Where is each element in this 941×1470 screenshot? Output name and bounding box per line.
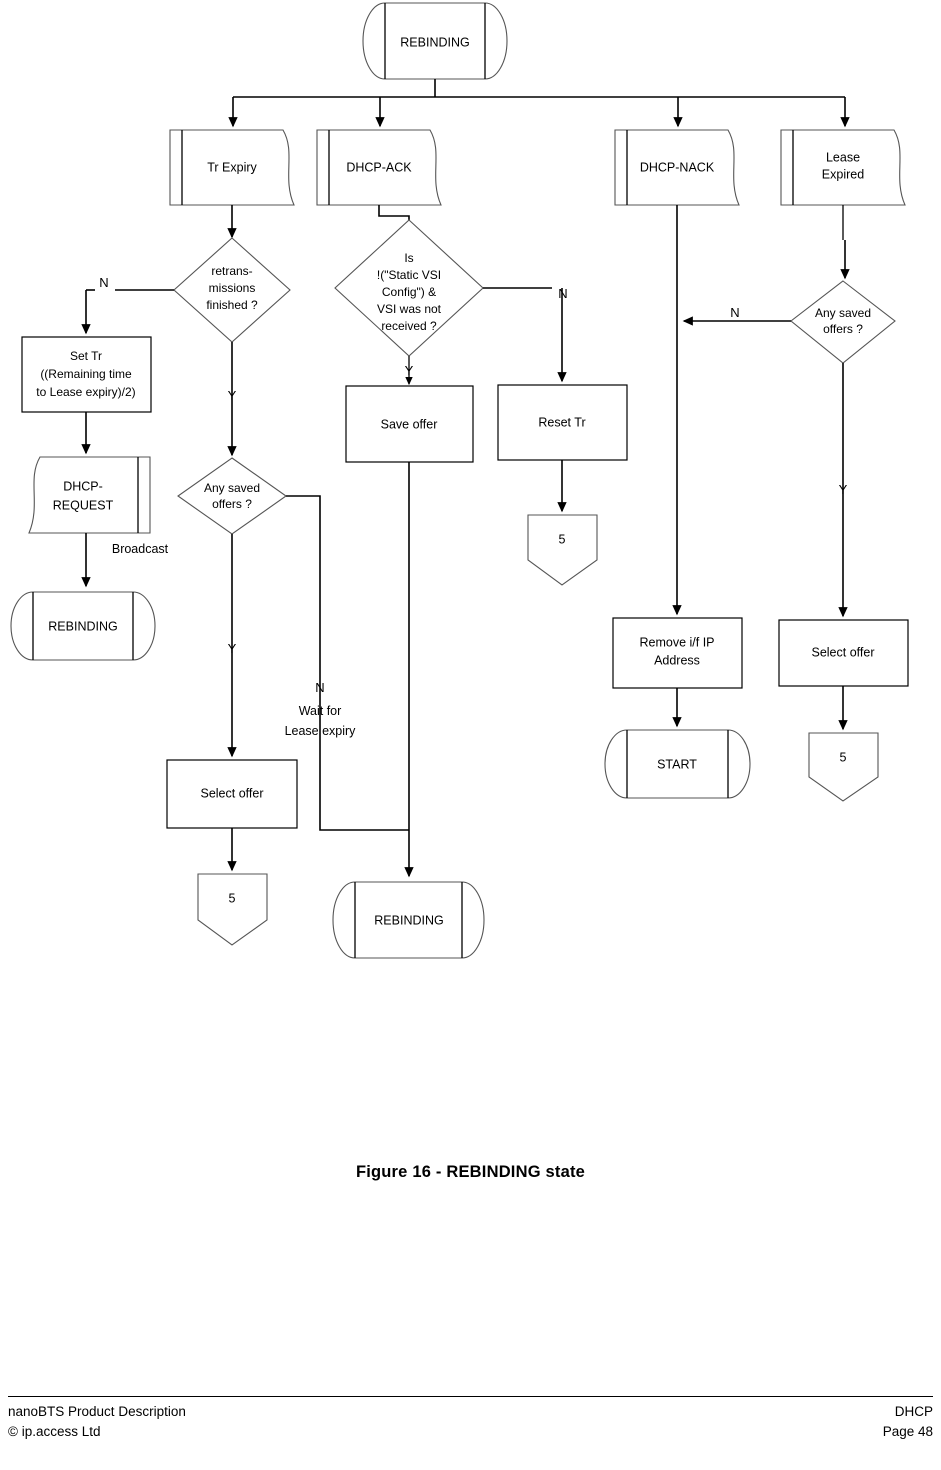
node-output-dhcp-request-line1: DHCP- (63, 479, 103, 493)
footer-left-line1: nanoBTS Product Description (8, 1404, 186, 1419)
node-process-set-tr-line1: Set Tr (70, 349, 102, 363)
edge-label-saved-left-no: N (315, 680, 324, 695)
edge-leaseexpired-to-saved (840, 205, 850, 280)
edge-saved-left-no: N Wait for Lease expiry (285, 495, 409, 831)
node-decision-any-saved-offers-right-line2: offers ? (823, 322, 863, 336)
document-page: REBINDING Tr Expiry DHCP-ACK DHCP-NACK L… (0, 0, 941, 1470)
footer-right-line1: DHCP (894, 1404, 933, 1419)
node-decision-any-saved-offers-right-line1: Any saved (815, 306, 871, 320)
node-process-remove-ip: Remove i/f IP Address (612, 617, 743, 689)
node-event-lease-expired: Lease Expired (780, 129, 906, 206)
node-process-select-offer-right: Select offer (778, 619, 909, 687)
node-output-dhcp-request-line2: REQUEST (53, 498, 114, 512)
node-process-remove-ip-line1: Remove i/f IP (639, 635, 714, 649)
node-decision-vsi-line1: Is (404, 251, 413, 265)
node-decision-retransmissions: retrans- missions finished ? (173, 237, 291, 343)
node-state-start-label: START (657, 757, 697, 771)
edge-retrans-yes: Y (227, 342, 237, 457)
node-process-select-offer-right-label: Select offer (811, 645, 874, 659)
node-process-save-offer-label: Save offer (381, 417, 438, 431)
footer-left-line2: © ip.access Ltd (8, 1423, 101, 1439)
node-connector-five-right-label: 5 (840, 750, 847, 764)
node-state-start: START (604, 729, 751, 799)
node-decision-any-saved-offers-left: Any saved offers ? (177, 457, 287, 535)
node-process-set-tr-line2: ((Remaining time (40, 367, 132, 381)
node-state-rebinding-bottom-label: REBINDING (374, 913, 443, 927)
node-decision-vsi-line2: !("Static VSI (377, 268, 441, 282)
edge-label-saved-right-no: N (730, 305, 739, 320)
edge-label-saved-left-yes: Y (228, 641, 237, 656)
node-connector-five-left: 5 (197, 873, 268, 946)
node-state-rebinding-left-label: REBINDING (48, 619, 117, 633)
edge-vsi-yes: Y (405, 356, 414, 386)
node-output-dhcp-request: DHCP- REQUEST (28, 456, 151, 534)
node-process-set-tr-line3: to Lease expiry)/2) (36, 385, 135, 399)
node-connector-five-right: 5 (808, 732, 879, 802)
node-decision-any-saved-offers-right: Any saved offers ? (790, 280, 896, 364)
node-connector-five-mid-label: 5 (559, 532, 566, 546)
page-footer: nanoBTS Product Description DHCP © ip.ac… (8, 1402, 933, 1441)
node-event-dhcp-ack: DHCP-ACK (316, 129, 442, 206)
node-decision-any-saved-offers-left-line1: Any saved (204, 481, 260, 495)
node-event-lease-expired-label-line2: Expired (822, 167, 864, 181)
edge-label-vsi-no: N (558, 286, 567, 301)
edge-label-wait-lease-line1: Wait for (299, 704, 342, 718)
node-connector-five-left-label: 5 (229, 891, 236, 905)
node-decision-vsi-config: Is !("Static VSI Config") & VSI was not … (334, 219, 484, 357)
node-event-dhcp-ack-label: DHCP-ACK (346, 160, 412, 174)
edge-label-vsi-yes: Y (405, 363, 414, 378)
node-decision-retransmissions-line2: missions (209, 281, 256, 295)
node-process-save-offer: Save offer (345, 385, 474, 463)
node-state-rebinding-bottom: REBINDING (332, 881, 485, 959)
node-decision-vsi-line4: VSI was not (377, 302, 442, 316)
edge-label-broadcast: Broadcast (112, 542, 169, 556)
node-process-reset-tr-label: Reset Tr (538, 415, 585, 429)
edge-saved-left-yes: Y (227, 534, 237, 758)
node-start-state-label: REBINDING (400, 35, 469, 49)
node-event-lease-expired-label-line1: Lease (826, 150, 860, 164)
footer-right-line2: Page 48 (882, 1423, 933, 1439)
edge-retrans-no: N (81, 275, 174, 335)
node-process-reset-tr: Reset Tr (497, 384, 628, 461)
node-decision-retransmissions-line1: retrans- (211, 264, 252, 278)
node-event-tr-expiry-label: Tr Expiry (207, 160, 257, 174)
node-connector-five-mid: 5 (527, 514, 598, 586)
flowchart-figure: REBINDING Tr Expiry DHCP-ACK DHCP-NACK L… (10, 2, 909, 959)
edge-label-wait-lease-line2: Lease expiry (285, 724, 357, 738)
node-start-state: REBINDING (362, 2, 508, 80)
edge-saved-right-yes: Y (838, 363, 848, 618)
node-state-rebinding-left: REBINDING (10, 591, 156, 661)
node-process-select-offer-left: Select offer (166, 759, 298, 829)
node-decision-vsi-line5: received ? (381, 319, 437, 333)
node-event-tr-expiry: Tr Expiry (169, 129, 295, 206)
edge-label-retrans-no: N (99, 275, 108, 290)
node-event-dhcp-nack: DHCP-NACK (614, 129, 740, 206)
figure-caption: Figure 16 - REBINDING state (355, 1163, 586, 1181)
node-decision-retransmissions-line3: finished ? (206, 298, 258, 312)
node-process-remove-ip-line2: Address (654, 653, 700, 667)
edge-label-retrans-yes: Y (228, 388, 237, 403)
node-event-dhcp-nack-label: DHCP-NACK (640, 160, 715, 174)
node-process-set-tr: Set Tr ((Remaining time to Lease expiry)… (21, 336, 152, 413)
footer-divider (8, 1396, 933, 1397)
edge-label-saved-right-yes: Y (839, 482, 848, 497)
edge-vsi-no: N (483, 286, 568, 383)
node-process-select-offer-left-label: Select offer (200, 786, 263, 800)
node-decision-vsi-line3: Config") & (382, 285, 436, 299)
edge-fanout (228, 79, 850, 128)
node-decision-any-saved-offers-left-line2: offers ? (212, 497, 252, 511)
edge-saved-right-no: N (682, 305, 791, 326)
